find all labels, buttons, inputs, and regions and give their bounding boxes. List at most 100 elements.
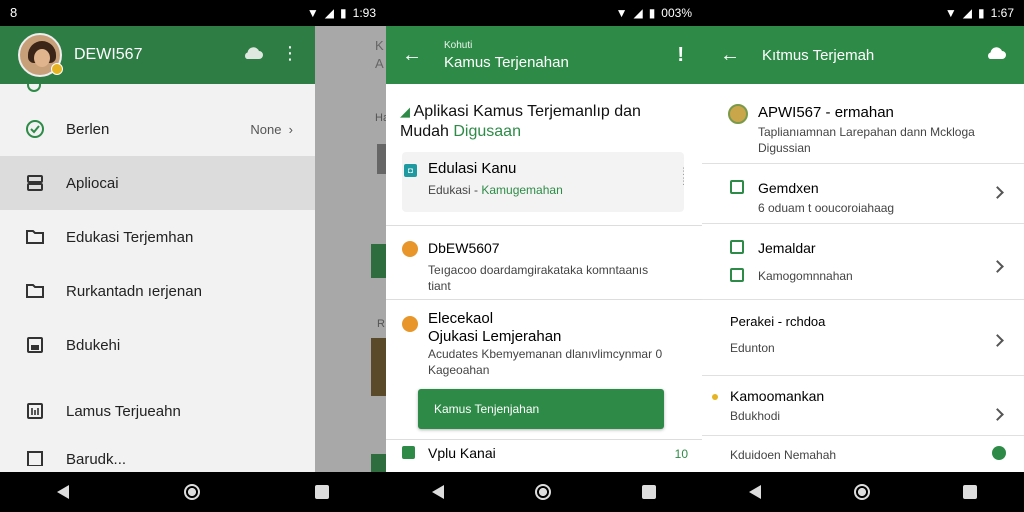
row-title: Kamoomankan — [730, 388, 825, 404]
status-bar: ▼ ◢ ▮ 003% — [386, 0, 702, 26]
leaf-icon: ◢ — [400, 104, 410, 119]
drawer-item-label: Edukasi Terjemhan — [66, 228, 194, 246]
status-time: 1:67 — [990, 6, 1014, 20]
status-bar: 8 ▼ ◢ ▮ 1:93 — [0, 0, 386, 26]
list-item-gemdxen[interactable]: Gemdxen 6 oduam t ooucoroiahaag — [702, 164, 1024, 224]
nav-recents-icon[interactable] — [963, 485, 978, 499]
drawer-item-label: Barudk... — [66, 451, 127, 468]
row-trailing: 10 — [674, 447, 688, 461]
nav-back-icon[interactable] — [748, 485, 761, 499]
edit-icon — [730, 268, 744, 282]
signal-icon: ◢ — [324, 6, 335, 20]
row-title: Vplu Kanai — [428, 445, 496, 461]
back-arrow-icon[interactable]: ← — [402, 44, 422, 67]
drawer-item-trailing: None › — [250, 121, 293, 137]
wifi-icon: ▼ — [615, 6, 628, 20]
drawer-item-bdukehi[interactable]: Bdukehi — [0, 318, 315, 372]
drawer-item-rurkantadn[interactable]: Rurkantadn ıerjenan — [0, 264, 315, 318]
app-bar-subtitle: Kohuti — [444, 39, 473, 51]
battery-icon: ▮ — [648, 6, 656, 20]
status-bar: ▼ ◢ ▮ 1:67 — [702, 0, 1024, 26]
nav-home-icon[interactable] — [534, 484, 551, 500]
alert-icon[interactable]: ! — [677, 44, 684, 67]
drawer-scroll-edge — [0, 84, 315, 102]
profile-avatar-wrap[interactable] — [18, 33, 63, 77]
nav-home-icon[interactable] — [853, 484, 870, 500]
drawer-item-partial[interactable]: Barudk... — [0, 438, 315, 468]
cloud-icon[interactable] — [984, 42, 1008, 71]
screen-drawer: 8 ▼ ◢ ▮ 1:93 K A Ha R DEWI567 ⋮ — [0, 0, 386, 512]
drag-handle-icon[interactable]: ⋮ ⋮ — [679, 166, 688, 186]
card-desc: Acudates Kbemyemanan dlanıvlimcynmar 0 Ka… — [428, 347, 663, 377]
row-subtitle: Bdukhodi — [730, 409, 781, 423]
more-vert-icon[interactable]: ⋮ — [281, 44, 299, 62]
folder-icon — [24, 280, 46, 302]
avatar — [728, 104, 748, 124]
dictionary-icon — [24, 400, 46, 422]
folder-icon — [24, 226, 46, 248]
app-bar-titles: Kohuti Kamus Terjenahan — [444, 40, 569, 71]
list-item-perakei[interactable]: Perakei - rchdoa Edunton — [702, 300, 1024, 376]
drawer-item-label: Berlen — [66, 120, 110, 138]
app-bar: ← Kohuti Kamus Terjenahan ! — [386, 26, 702, 84]
wifi-icon: ▼ — [306, 6, 319, 20]
nav-recents-icon[interactable] — [314, 485, 329, 499]
user-badge-icon — [402, 241, 418, 257]
heading-card: ◢ Aplikasi Kamus Terjemanlıp dan Mudah D… — [386, 84, 702, 226]
chevron-right-icon — [991, 186, 1004, 199]
chevron-right-icon — [991, 334, 1004, 347]
row-title: APWI567 - ermahan — [758, 104, 894, 121]
row-subtitle: 6 oduam t ooucoroiahaag — [758, 201, 895, 215]
app-bar: ← Kıtmus Terjemah — [702, 26, 1024, 84]
drawer-item-berlen[interactable]: Berlen None › — [0, 102, 315, 156]
status-time: 003% — [661, 6, 692, 20]
app-bar-title: Kıtmus Terjemah — [762, 46, 875, 64]
check-circle-icon — [24, 118, 46, 140]
heading-line-2: Mudah Digusaan — [400, 123, 521, 140]
status-time: 1:93 — [352, 6, 376, 20]
content-behind-drawer: K A Ha R — [315, 26, 386, 472]
card-desc: Teıgacoo doardamgirakataka komntaanıs tia… — [428, 263, 649, 293]
battery-icon: ▮ — [978, 6, 985, 20]
behind-thumbnail — [377, 144, 386, 174]
row-title: Perakei - rchdoa — [730, 314, 826, 329]
app-bar-title: Kamus Terjenahan — [444, 53, 569, 71]
behind-text: K — [375, 38, 384, 53]
bottom-row[interactable]: Vplu Kanai 10 — [386, 440, 702, 472]
note-icon — [730, 240, 744, 254]
signal-icon: ◢ — [633, 6, 643, 20]
battery-icon: ▮ — [340, 6, 347, 20]
cloud-icon[interactable] — [241, 42, 265, 71]
heading: ◢ Aplikasi Kamus Terjemanlıp dan Mudah D… — [400, 102, 641, 142]
nav-back-icon[interactable] — [57, 485, 70, 499]
list-item-kamoomankan[interactable]: Kamoomankan Bdukhodi — [702, 376, 1024, 436]
nav-home-icon[interactable] — [183, 484, 200, 500]
profile-row[interactable]: APWI567 - ermahan Taplianıamnan Larepaha… — [702, 84, 1024, 164]
behind-text: A — [375, 56, 384, 71]
drawer-item-label: Lamus Terjueahn — [66, 402, 181, 420]
nav-recents-icon[interactable] — [642, 485, 657, 499]
drawer-item-lamus[interactable]: Lamus Terjueahn — [0, 384, 315, 438]
grid-icon — [24, 446, 46, 468]
status-dot-icon — [992, 446, 1006, 460]
list-item-kduidoen[interactable]: Kduidoen Nemahah — [702, 436, 1024, 472]
edukasi-card[interactable]: ◘ Edulasi Kanu Edukasi - Kamugemahan ⋮ ⋮ — [402, 152, 688, 212]
navigation-drawer: DEWI567 ⋮ Berlen None › Apliocai Edukasi… — [0, 26, 315, 472]
save-icon — [24, 334, 46, 356]
row-subtitle: Edunton — [730, 341, 775, 355]
profile-name: DEWI567 — [74, 46, 143, 63]
drawer-item-apliocai[interactable]: Apliocai — [0, 156, 315, 210]
system-nav-bar — [386, 472, 702, 512]
list-item-jemaldar[interactable]: Jemaldar Kamogomnnahan — [702, 224, 1024, 300]
back-arrow-icon[interactable]: ← — [720, 44, 740, 67]
drawer-item-label: Bdukehi — [66, 336, 121, 354]
kamus-button[interactable]: Kamus Tenjenjahan — [418, 389, 664, 429]
behind-image — [371, 338, 386, 396]
signal-icon: ◢ — [962, 6, 973, 20]
behind-button — [371, 244, 386, 278]
drawer-item-edukasi[interactable]: Edukasi Terjemhan — [0, 210, 315, 264]
nav-back-icon[interactable] — [431, 485, 444, 499]
user-card[interactable]: DbEW5607 Teıgacoo doardamgirakataka komn… — [386, 226, 702, 300]
wifi-icon: ▼ — [944, 6, 957, 20]
drawer-item-label: Apliocai — [66, 174, 119, 192]
